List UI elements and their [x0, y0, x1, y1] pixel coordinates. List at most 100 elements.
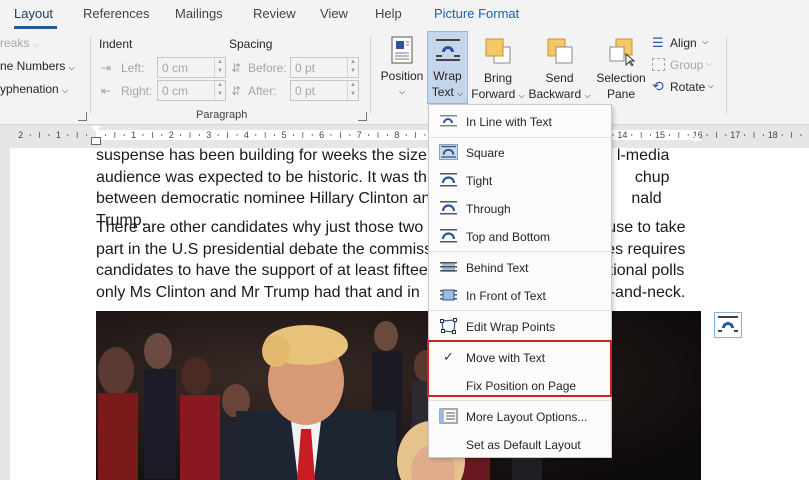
- menu-item-behind-text[interactable]: Behind Text: [429, 253, 611, 281]
- ruler-number: 18: [768, 130, 778, 140]
- wrap-text-icon: [435, 39, 460, 61]
- menu-item-label: More Layout Options...: [466, 410, 588, 424]
- menu-item-set-as-default-layout[interactable]: Set as Default Layout: [429, 430, 611, 458]
- menu-item-label: Top and Bottom: [466, 230, 551, 244]
- wrap-text-menu: In Line with Text Square Tight Through T…: [428, 104, 612, 458]
- selection-pane-button[interactable]: Selection Pane: [594, 32, 648, 104]
- text-line: suspense has been building for weeks the…: [96, 147, 670, 164]
- indent-right-label: Right:: [121, 84, 153, 98]
- layout-options-icon[interactable]: [714, 312, 742, 338]
- breaks-button[interactable]: reaks ⌵: [0, 36, 39, 50]
- paragraph-group-label: Paragraph: [196, 109, 248, 121]
- menu-item-edit-wrap-points[interactable]: Edit Wrap Points: [429, 312, 611, 340]
- menu-item-in-line-with-text[interactable]: In Line with Text: [429, 107, 611, 135]
- menu-separator: [429, 310, 611, 311]
- menu-separator: [429, 400, 611, 401]
- ruler-number: 15: [655, 130, 665, 140]
- align-button[interactable]: ☰ Align ⌵: [650, 34, 720, 54]
- indent-left-input[interactable]: 0 cm ▲ ▼: [157, 57, 226, 78]
- square-wrap-icon: [439, 144, 458, 160]
- ruler-number: 3: [206, 130, 211, 140]
- group-button[interactable]: Group ⌵: [650, 56, 720, 76]
- bring-forward-icon: [485, 38, 511, 64]
- hyphenation-button[interactable]: yphenation ⌵: [0, 82, 68, 96]
- text-line: part in the U.S presidential debate the …: [96, 240, 686, 258]
- tab-layout[interactable]: Layout: [14, 6, 53, 21]
- ruler-number: 2: [169, 130, 174, 140]
- through-wrap-icon: [440, 201, 457, 215]
- ruler-number: 1: [56, 130, 61, 140]
- menu-item-label: Behind Text: [466, 261, 529, 275]
- menu-item-tight[interactable]: Tight: [429, 166, 611, 194]
- highlight-box: [427, 340, 612, 397]
- hanging-indent-marker[interactable]: [91, 137, 101, 145]
- ruler-number: 6: [319, 130, 324, 140]
- group-label: Group: [670, 58, 704, 72]
- tab-mailings[interactable]: Mailings: [175, 6, 223, 21]
- spacing-after-label: After:: [248, 84, 277, 98]
- spacing-before-input[interactable]: 0 pt ▲ ▼: [290, 57, 359, 78]
- tab-review[interactable]: Review: [253, 6, 296, 21]
- send-backward-button[interactable]: Send Backward ⌵: [527, 32, 592, 104]
- send-backward-label-1: Send: [545, 71, 574, 85]
- active-tab-indicator: [14, 26, 57, 29]
- position-icon: [391, 36, 413, 64]
- spacing-before-icon: ⇵: [231, 61, 242, 75]
- menu-item-in-front-of-text[interactable]: In Front of Text: [429, 281, 611, 309]
- rotate-button[interactable]: ⟲ Rotate ⌵: [650, 78, 720, 98]
- in-front-text-icon: [440, 289, 457, 301]
- spacing-after-icon: ⇵: [231, 84, 242, 98]
- spacing-after-input[interactable]: 0 pt ▲ ▼: [290, 80, 359, 101]
- menu-item-label: In Line with Text: [466, 115, 552, 129]
- tab-references[interactable]: References: [83, 6, 149, 21]
- tab-view[interactable]: View: [320, 6, 348, 21]
- ribbon: reaks ⌵ ne Numbers ⌵ yphenation ⌵ Indent…: [0, 30, 809, 125]
- menu-item-more-layout-options[interactable]: More Layout Options...: [429, 402, 611, 430]
- ruler-number: 2: [18, 130, 23, 140]
- edit-wrap-points-icon: [440, 318, 457, 334]
- menu-item-label: Through: [466, 202, 511, 216]
- menu-item-label: Edit Wrap Points: [466, 320, 556, 334]
- top-bottom-wrap-icon: [440, 229, 457, 243]
- group-separator: [90, 36, 91, 114]
- ruler-number: 4: [244, 130, 249, 140]
- menu-item-square[interactable]: Square: [429, 138, 611, 166]
- wrap-text-button[interactable]: Wrap Text ⌵: [427, 31, 468, 104]
- behind-text-icon: [440, 262, 457, 272]
- bring-forward-button[interactable]: Bring Forward ⌵: [470, 32, 526, 104]
- tight-wrap-icon: [440, 173, 457, 187]
- group-separator: [370, 36, 371, 114]
- paragraph-launcher[interactable]: [358, 112, 367, 121]
- ruler-number: 14: [617, 130, 627, 140]
- tab-picture-format[interactable]: Picture Format: [434, 6, 519, 21]
- inline-icon: [440, 115, 457, 127]
- indent-left-icon: ⇥: [101, 61, 112, 75]
- layout-options-icon: [439, 408, 458, 424]
- menu-item-through[interactable]: Through: [429, 194, 611, 222]
- ruler-number: 1: [131, 130, 136, 140]
- ruler-ticks: 21123456789101112131415161718: [18, 130, 802, 140]
- position-button[interactable]: Position ⌵: [378, 32, 426, 104]
- page-margin-shadow: [0, 148, 10, 480]
- indent-right-icon: ⇤: [101, 84, 112, 98]
- page-setup-launcher[interactable]: [78, 112, 87, 121]
- rotate-icon: ⟲: [652, 78, 664, 94]
- chevron-down-icon: ⌵: [702, 37, 709, 46]
- tab-help[interactable]: Help: [375, 6, 402, 21]
- ribbon-tab-bar: Layout References Mailings Review View H…: [0, 0, 809, 30]
- paragraph-2: There are other candidates why just thos…: [96, 217, 706, 303]
- right-indent-marker[interactable]: [692, 134, 702, 141]
- indent-right-input[interactable]: 0 cm ▲ ▼: [157, 80, 226, 101]
- first-line-indent-marker[interactable]: [91, 126, 101, 132]
- menu-item-top-and-bottom[interactable]: Top and Bottom: [429, 222, 611, 250]
- chevron-down-icon: ⌵: [708, 81, 715, 90]
- text-line: audience was expected to be historic. It…: [96, 168, 670, 186]
- text-line: There are other candidates why just thos…: [96, 219, 686, 236]
- chevron-down-icon: ⌵: [398, 87, 406, 96]
- selection-pane-label-1: Selection: [596, 71, 646, 85]
- send-backward-label-2: Backward ⌵: [528, 87, 591, 101]
- chevron-down-icon: ⌵: [706, 59, 713, 68]
- line-numbers-button[interactable]: ne Numbers ⌵: [0, 59, 75, 73]
- selection-pane-label-2: Pane: [606, 87, 636, 101]
- ruler-number: 8: [394, 130, 399, 140]
